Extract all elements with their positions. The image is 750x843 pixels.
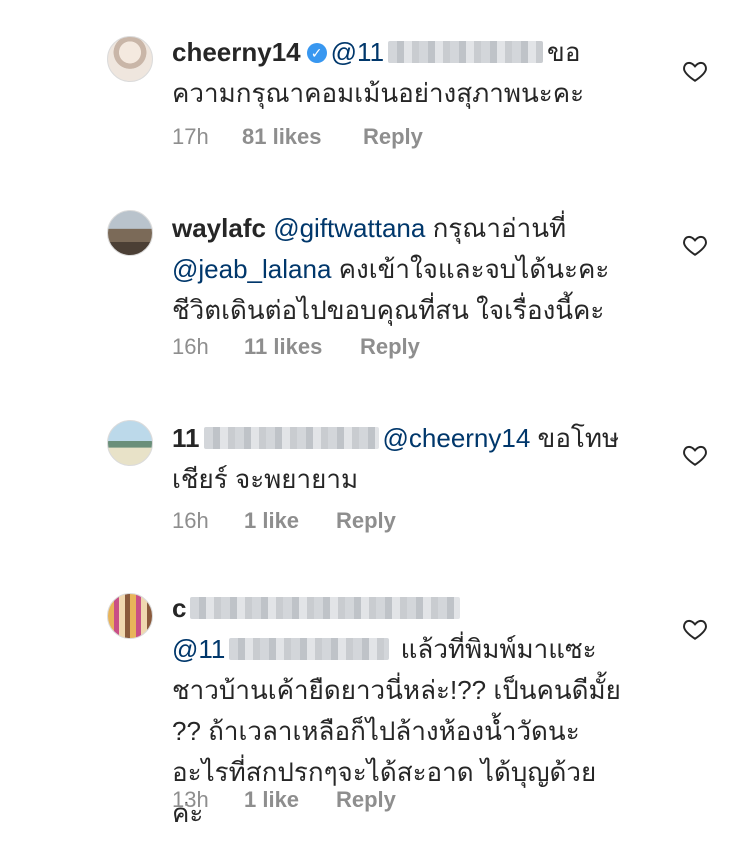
comment-text: waylafc @giftwattana กรุณาอ่านที่ @jeab_… — [172, 208, 627, 331]
comment-time: 16h — [172, 334, 209, 359]
username[interactable]: c — [172, 593, 186, 623]
verified-badge-icon: ✓ — [306, 43, 327, 63]
reply-button[interactable]: Reply — [360, 332, 420, 362]
mention[interactable]: @giftwattana — [273, 213, 425, 243]
avatar[interactable] — [107, 36, 153, 82]
heart-outline-icon[interactable] — [681, 616, 709, 642]
avatar[interactable] — [107, 420, 153, 466]
likes-count[interactable]: 11 likes — [244, 332, 322, 362]
comment-time: 13h — [172, 787, 209, 812]
heart-outline-icon[interactable] — [681, 58, 709, 84]
heart-outline-icon[interactable] — [681, 442, 709, 468]
blurred-username — [190, 597, 461, 620]
username[interactable]: cheerny14 — [172, 37, 301, 67]
comment-time: 17h — [172, 124, 209, 149]
likes-count[interactable]: 1 like — [244, 506, 299, 536]
mention[interactable]: @11 — [331, 37, 384, 67]
blurred-username — [203, 427, 379, 450]
reply-button[interactable]: Reply — [336, 506, 396, 536]
avatar[interactable] — [107, 593, 153, 639]
avatar[interactable] — [107, 210, 153, 256]
mention[interactable]: @11 — [172, 634, 225, 664]
likes-count[interactable]: 1 like — [244, 785, 299, 815]
comment-body: แล้วที่พิมพ์มาแซะชาวบ้านเค้ายืดยาวนี่หล่… — [172, 634, 621, 828]
comment-text: cheerny14 ✓ @11 ขอความกรุณาคอมเม้นอย่างสุภา… — [172, 32, 627, 114]
comment-text: c @11 แล้วที่พิมพ์มาแซะชาวบ้านเค้ายืดยาว… — [172, 588, 627, 834]
username[interactable]: waylafc — [172, 213, 266, 243]
reply-button[interactable]: Reply — [336, 785, 396, 815]
heart-outline-icon[interactable] — [681, 232, 709, 258]
reply-button[interactable]: Reply — [363, 122, 423, 152]
comment-text: 11 @cheerny14 ขอโทษเชียร์ จะพยายาม — [172, 418, 627, 500]
likes-count[interactable]: 81 likes — [242, 122, 322, 152]
mention[interactable]: @jeab_lalana — [172, 254, 331, 284]
blurred-username — [388, 41, 544, 64]
username[interactable]: 11 — [172, 423, 200, 453]
comment-body: กรุณาอ่านที่ — [432, 213, 567, 243]
blurred-username — [229, 638, 390, 661]
comment-time: 16h — [172, 508, 209, 533]
mention[interactable]: @cheerny14 — [383, 423, 531, 453]
